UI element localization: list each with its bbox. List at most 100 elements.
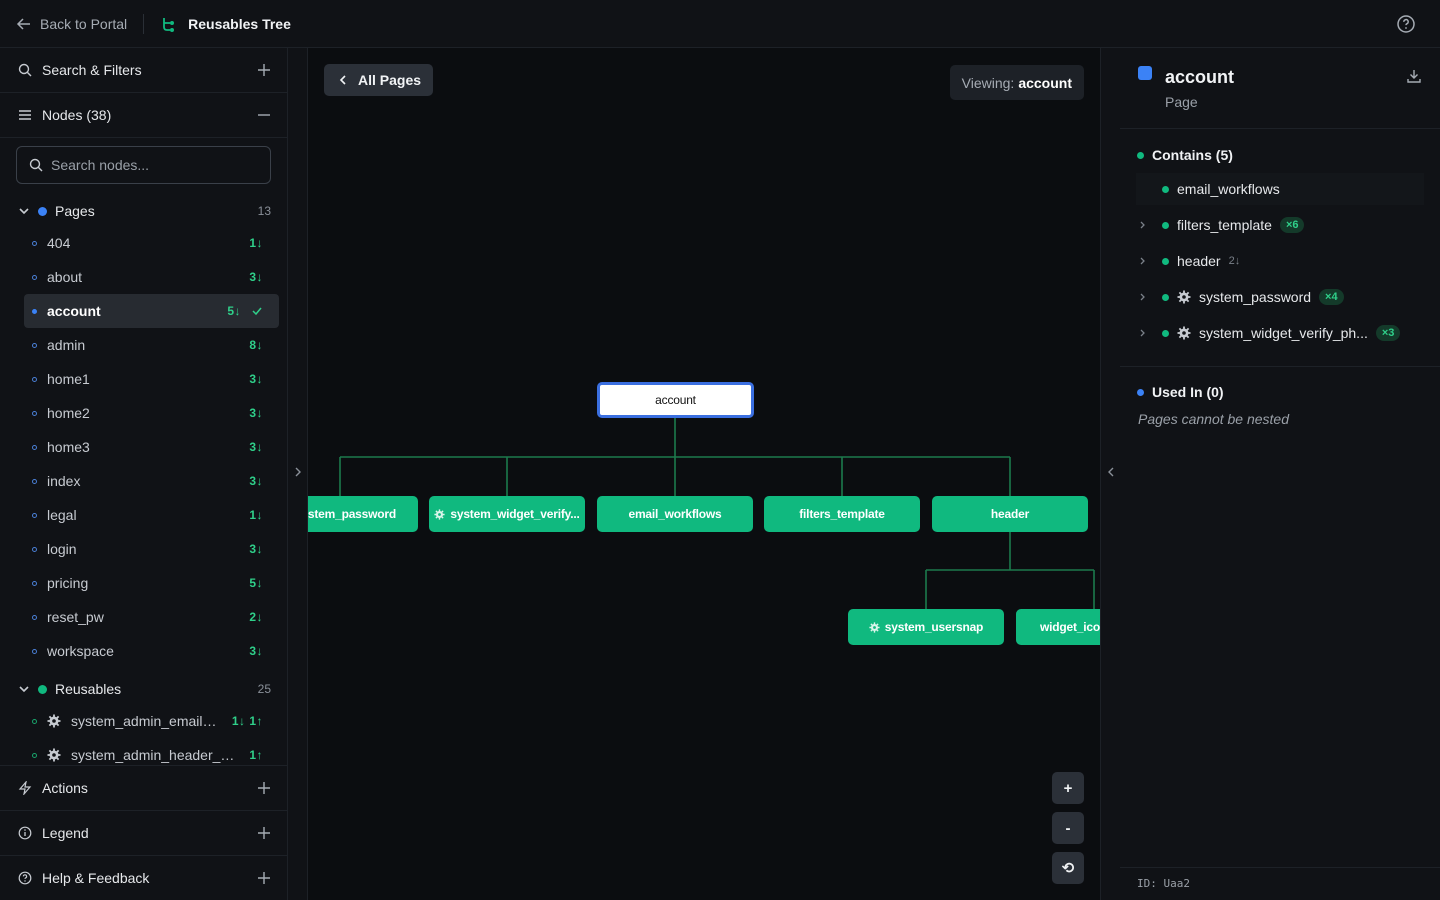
page-dot	[32, 308, 37, 314]
gear-icon	[434, 508, 445, 520]
plus-icon[interactable]	[257, 781, 271, 795]
item-label: admin	[47, 337, 86, 353]
page-item[interactable]: legal 1↓	[0, 498, 279, 532]
item-label: workspace	[47, 643, 114, 659]
zoom-out-button[interactable]: -	[1052, 812, 1084, 844]
item-label: login	[47, 541, 77, 557]
grandchild-node[interactable]: system_usersnap	[848, 609, 1004, 645]
minus-icon[interactable]	[257, 108, 271, 122]
page-item[interactable]: about 3↓	[0, 260, 279, 294]
child-count-badge: 1↓ 1↑	[231, 714, 263, 728]
page-item[interactable]: 404 1↓	[0, 226, 279, 260]
help-feedback-section[interactable]: Help & Feedback	[0, 855, 287, 900]
search-filters-section[interactable]: Search & Filters	[0, 48, 287, 93]
item-label: home3	[47, 439, 90, 455]
page-item[interactable]: index 3↓	[0, 464, 279, 498]
zoom-in-button[interactable]: +	[1052, 772, 1084, 804]
reusable-dot	[32, 718, 37, 724]
left-panel-toggle[interactable]	[288, 48, 308, 900]
child-node[interactable]: system_widget_verify...	[429, 496, 585, 532]
viewing-indicator: Viewing: account	[949, 65, 1084, 100]
reusable-item[interactable]: system_admin_email_... 1↓ 1↑	[0, 704, 279, 738]
chevron-right-icon[interactable]	[1138, 256, 1148, 266]
grandchild-node[interactable]: widget_icon	[1016, 609, 1100, 645]
node-label: ystem_password	[308, 507, 396, 521]
group-count: 13	[257, 204, 271, 218]
page-dot	[32, 376, 37, 382]
chevron-right-icon[interactable]	[1138, 292, 1148, 302]
root-node[interactable]: account	[597, 382, 754, 418]
page-item[interactable]: home3 3↓	[0, 430, 279, 464]
plus-icon[interactable]	[257, 826, 271, 840]
group-label: Reusables	[55, 681, 122, 697]
graph-canvas[interactable]: All Pages Viewing: account account ystem…	[308, 48, 1100, 900]
node-label: filters_template	[799, 507, 885, 521]
child-node[interactable]: email_workflows	[597, 496, 753, 532]
chevron-right-icon[interactable]	[1138, 328, 1148, 338]
contains-item[interactable]: filters_template ×6	[1136, 209, 1424, 241]
item-label: pricing	[47, 575, 89, 591]
pages-group-header[interactable]: Pages 13	[0, 196, 287, 226]
page-item[interactable]: home2 3↓	[0, 396, 279, 430]
search-nodes-box[interactable]	[16, 146, 271, 184]
right-panel-toggle[interactable]	[1100, 48, 1120, 900]
gear-icon	[47, 714, 61, 728]
item-label: system_admin_header_m...	[71, 747, 240, 763]
page-item[interactable]: admin 8↓	[0, 328, 279, 362]
list-icon	[19, 110, 31, 120]
used-in-header: Used In (0)	[1137, 384, 1224, 400]
reset-view-button[interactable]: ⟲	[1052, 852, 1084, 884]
download-icon[interactable]	[1406, 68, 1422, 84]
child-node[interactable]: ystem_password	[308, 496, 418, 532]
plus-icon[interactable]	[257, 871, 271, 885]
item-label: email_workflows	[1177, 181, 1280, 197]
gear-icon	[47, 748, 61, 762]
contains-item[interactable]: email_workflows	[1136, 173, 1424, 205]
child-node[interactable]: filters_template	[764, 496, 920, 532]
details-panel: account Page Contains (5) email_workflow…	[1120, 48, 1440, 900]
reusables-group-header[interactable]: Reusables 25	[0, 674, 287, 704]
page-dot	[32, 274, 37, 280]
section-label: Nodes (38)	[42, 107, 112, 123]
legend-section[interactable]: Legend	[0, 810, 287, 855]
item-label: index	[47, 473, 81, 489]
node-id: ID: Uaa2	[1120, 867, 1440, 900]
page-dot	[32, 410, 37, 416]
group-label: Pages	[55, 203, 95, 219]
item-label: about	[47, 269, 83, 285]
node-label: system_widget_verify...	[450, 507, 580, 521]
page-item[interactable]: reset_pw 2↓	[0, 600, 279, 634]
page-item[interactable]: login 3↓	[0, 532, 279, 566]
tree-icon	[163, 17, 175, 32]
page-dot	[32, 648, 37, 654]
chevron-right-icon[interactable]	[1138, 220, 1148, 230]
nodes-section[interactable]: Nodes (38)	[0, 93, 287, 138]
actions-section[interactable]: Actions	[0, 765, 287, 810]
plus-icon[interactable]	[257, 63, 271, 77]
page-item[interactable]: home1 3↓	[0, 362, 279, 396]
page-item-selected[interactable]: account 5↓	[24, 294, 279, 328]
child-node[interactable]: header	[932, 496, 1088, 532]
chevron-down-icon	[19, 208, 29, 215]
page-item[interactable]: pricing 5↓	[0, 566, 279, 600]
child-count-badge: 3↓	[249, 474, 263, 488]
help-circle-icon[interactable]	[1396, 14, 1416, 34]
details-title: account	[1165, 67, 1235, 87]
contains-item[interactable]: header 2↓	[1136, 245, 1424, 277]
details-subtitle: Page	[1165, 94, 1198, 110]
used-in-note: Pages cannot be nested	[1138, 411, 1290, 427]
back-to-portal-link[interactable]: Back to Portal	[16, 16, 127, 32]
contains-item[interactable]: system_password ×4	[1136, 281, 1424, 313]
child-count-badge: 3↓	[249, 542, 263, 556]
page-item[interactable]: workspace 3↓	[0, 634, 279, 668]
all-pages-button[interactable]: All Pages	[324, 64, 434, 96]
chevron-left-icon	[1108, 467, 1114, 477]
page-dot	[32, 240, 37, 246]
section-label: Legend	[42, 825, 89, 841]
child-count-badge: 2↓	[249, 610, 263, 624]
search-icon	[29, 158, 43, 172]
search-nodes-input[interactable]	[51, 157, 251, 173]
chevron-down-icon	[19, 686, 29, 693]
contains-item[interactable]: system_widget_verify_ph... ×3	[1136, 317, 1424, 349]
reusable-item[interactable]: system_admin_header_m... 1↑	[0, 738, 279, 766]
